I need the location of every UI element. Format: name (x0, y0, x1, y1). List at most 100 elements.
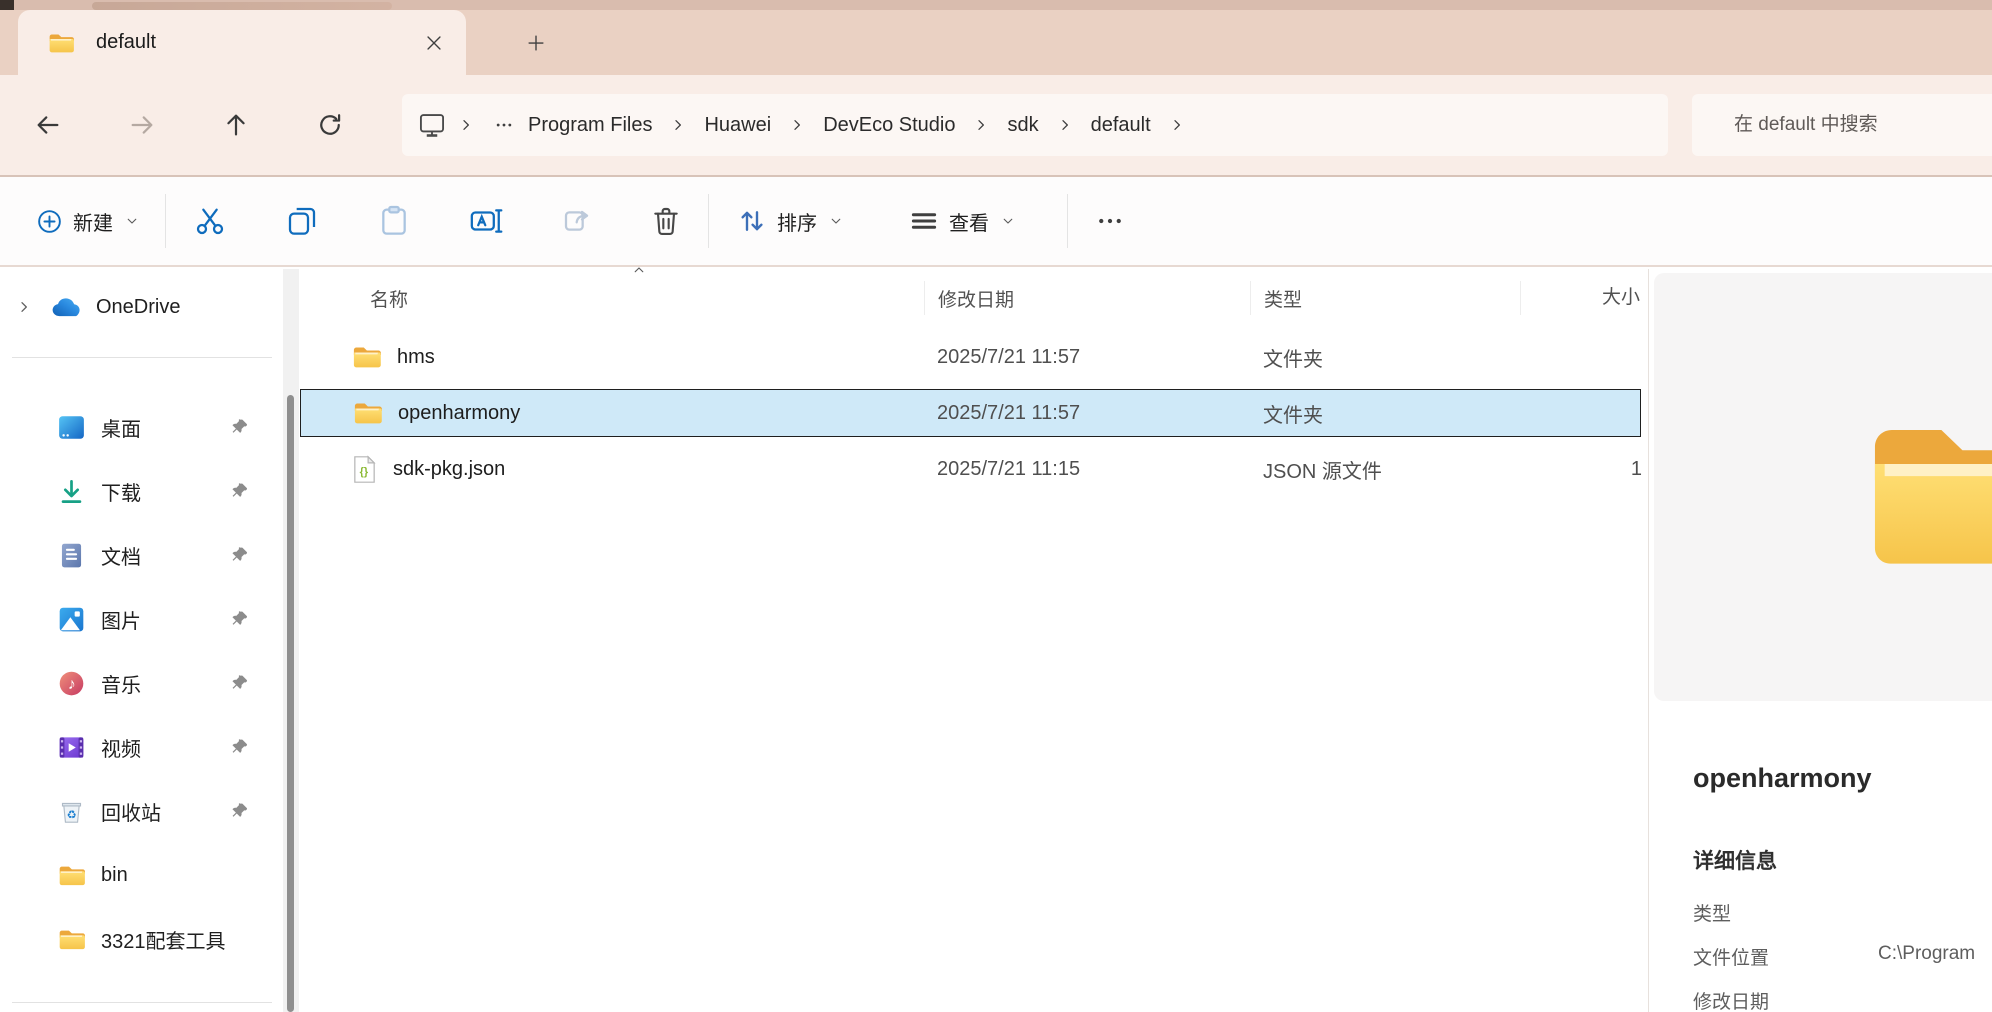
music-icon (58, 670, 85, 697)
share-button[interactable] (560, 203, 596, 239)
file-explorer-window: default Program Files Huawei (0, 0, 1992, 1012)
copy-button[interactable] (284, 203, 320, 239)
address-bar[interactable]: Program Files Huawei DevEco Studio sdk d… (402, 94, 1668, 156)
clipboard-paste-icon (378, 205, 410, 237)
toolbar-divider (165, 194, 166, 248)
file-row-openharmony[interactable]: openharmony 2025/7/21 11:57 文件夹 (300, 389, 1641, 437)
breadcrumb-item-deveco-studio[interactable]: DevEco Studio (817, 108, 961, 143)
plus-circle-icon (36, 208, 63, 235)
chevron-right-icon (789, 117, 805, 133)
sidebar-item-documents[interactable]: 文档 (0, 523, 280, 587)
sidebar-item-desktop[interactable]: 桌面 (0, 395, 280, 459)
folder-icon (58, 928, 85, 951)
chevron-down-icon (125, 214, 139, 228)
sidebar-scrollbar-thumb[interactable] (287, 395, 294, 1012)
onedrive-cloud-icon (50, 297, 82, 318)
file-row-hms[interactable]: hms 2025/7/21 11:57 文件夹 (300, 329, 1648, 385)
breadcrumb-item-default[interactable]: default (1085, 108, 1157, 143)
details-pane: openharmony 详细信息 类型 文件位置 C:\Program 修改日期 (1648, 269, 1992, 1012)
breadcrumb-item-huawei[interactable]: Huawei (698, 108, 777, 143)
refresh-icon (316, 111, 344, 139)
sort-button[interactable]: 排序 (725, 198, 855, 244)
pin-icon (231, 803, 248, 820)
tab-default[interactable]: default (18, 10, 466, 75)
file-name: hms (397, 346, 435, 369)
details-section-header: 详细信息 (1693, 845, 1777, 875)
sidebar-divider (12, 1002, 272, 1003)
new-tab-button[interactable] (518, 25, 554, 61)
date-cell: 2025/7/21 11:57 (924, 402, 1250, 425)
breadcrumb-overflow-button[interactable] (494, 115, 514, 135)
breadcrumb-item-sdk[interactable]: sdk (1001, 108, 1044, 143)
folder-icon (353, 401, 382, 425)
sidebar-item-label: 图片 (101, 605, 141, 634)
new-button-label: 新建 (73, 207, 113, 236)
sidebar-item-bin[interactable]: bin (0, 843, 280, 907)
folder-icon (352, 345, 381, 369)
preview-thumbnail-area (1654, 273, 1992, 701)
pin-icon (231, 483, 248, 500)
sidebar-item-downloads[interactable]: 下载 (0, 459, 280, 523)
sidebar-item-label: OneDrive (96, 296, 180, 319)
back-button[interactable] (26, 103, 70, 147)
desktop-icon (58, 414, 85, 441)
type-cell: JSON 源文件 (1250, 455, 1520, 484)
chevron-right-icon (458, 117, 474, 133)
view-button[interactable]: 查看 (897, 198, 1027, 244)
cut-button[interactable] (192, 203, 228, 239)
date-cell: 2025/7/21 11:15 (924, 458, 1250, 481)
refresh-button[interactable] (308, 103, 352, 147)
more-options-button[interactable] (1092, 203, 1128, 239)
column-header-size[interactable]: 大小 (1520, 281, 1648, 315)
pin-icon (231, 675, 248, 692)
tab-close-button[interactable] (416, 25, 452, 61)
sidebar-item-recycle-bin[interactable]: 回收站 (0, 779, 280, 843)
sidebar-item-videos[interactable]: 视频 (0, 715, 280, 779)
arrow-left-icon (34, 111, 62, 139)
this-pc-monitor-icon[interactable] (418, 111, 446, 139)
command-toolbar: 新建 排序 查看 (0, 177, 1992, 267)
sort-ascending-chevron-icon (632, 263, 646, 277)
sidebar-item-pictures[interactable]: 图片 (0, 587, 280, 651)
detail-row-location: 文件位置 C:\Program (1693, 943, 1992, 970)
background-window-fragment (92, 2, 392, 10)
close-icon (423, 32, 445, 54)
sidebar-item-3321-tools[interactable]: 3321配套工具 (0, 907, 280, 971)
view-button-label: 查看 (949, 207, 989, 236)
column-header-date-modified[interactable]: 修改日期 (924, 281, 1250, 315)
rename-button[interactable] (468, 203, 504, 239)
pin-icon (231, 547, 248, 564)
expand-chevron-icon[interactable] (16, 299, 32, 315)
sidebar-item-label: 桌面 (101, 413, 141, 442)
pin-icon (231, 611, 248, 628)
search-input[interactable] (1692, 94, 1992, 156)
sidebar-item-label: 回收站 (101, 797, 161, 826)
pin-icon (231, 739, 248, 756)
type-cell: 文件夹 (1250, 343, 1520, 372)
sidebar-item-onedrive[interactable]: OneDrive (0, 285, 280, 329)
paste-button[interactable] (376, 203, 412, 239)
column-header-type[interactable]: 类型 (1250, 281, 1520, 315)
toolbar-divider (708, 194, 709, 248)
new-button[interactable]: 新建 (24, 199, 151, 244)
sidebar-item-label: 音乐 (101, 669, 141, 698)
up-button[interactable] (214, 103, 258, 147)
navigation-bar: Program Files Huawei DevEco Studio sdk d… (0, 75, 1992, 177)
arrow-up-icon (222, 111, 250, 139)
preview-item-title: openharmony (1693, 763, 1872, 794)
copy-icon (286, 205, 318, 237)
tab-bar: default (0, 10, 1992, 75)
folder-icon (48, 32, 74, 54)
delete-button[interactable] (648, 203, 684, 239)
forward-button[interactable] (120, 103, 164, 147)
large-folder-icon (1855, 413, 1992, 575)
folder-icon (58, 864, 85, 887)
content-area: OneDrive 桌面 下载 文档 (0, 269, 1992, 1012)
sort-button-label: 排序 (777, 207, 817, 236)
file-row-sdk-pkg-json[interactable]: sdk-pkg.json 2025/7/21 11:15 JSON 源文件 1 (300, 441, 1648, 497)
name-cell: openharmony (301, 401, 924, 425)
column-header-name[interactable]: 名称 (300, 285, 924, 312)
share-icon (562, 205, 594, 237)
breadcrumb-item-program-files[interactable]: Program Files (522, 108, 658, 143)
sidebar-item-music[interactable]: 音乐 (0, 651, 280, 715)
